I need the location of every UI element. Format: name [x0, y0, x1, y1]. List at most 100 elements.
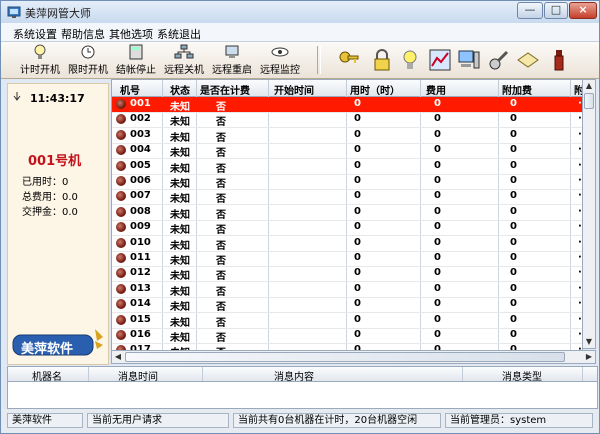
table-cell: 否	[216, 132, 226, 144]
table-row[interactable]: 005 未知否 0 0 0 ·	[112, 159, 582, 175]
status-machine-summary: 当前共有0台机器在计时，20台机器空闲	[233, 413, 441, 428]
table-cell: 0	[434, 221, 441, 233]
table-cell: 0	[354, 221, 361, 233]
checkout-stop-button[interactable]: 结帐停止	[113, 43, 159, 77]
table-row[interactable]: 010 未知否 0 0 0 ·	[112, 236, 582, 252]
table-cell: 0	[434, 236, 441, 248]
horizontal-scrollbar[interactable]: ◀ ▶	[111, 350, 596, 364]
column-surcharge[interactable]: 附加费	[502, 82, 532, 97]
scroll-down-arrow[interactable]: ▼	[583, 336, 595, 348]
column-status[interactable]: 状态	[170, 82, 190, 97]
remote-restart-label: 远程重启	[212, 65, 252, 76]
computer-icon[interactable]	[457, 48, 481, 72]
close-button[interactable]: ×	[569, 2, 597, 19]
table-cell: 0	[354, 329, 361, 340]
pc-status-icon	[116, 299, 126, 310]
table-cell: 0	[510, 128, 517, 140]
table-row[interactable]: 003 未知否 0 0 0 ·	[112, 128, 582, 144]
book-icon[interactable]	[516, 48, 540, 72]
table-row[interactable]: 016 未知否 0 0 0 ·	[112, 328, 582, 344]
vertical-scrollbar[interactable]: ▲ ▼	[582, 79, 596, 349]
table-cell: 否	[216, 333, 226, 344]
msg-col-content[interactable]: 消息内容	[274, 368, 314, 383]
table-row[interactable]: 011 未知否 0 0 0 ·	[112, 251, 582, 267]
table-cell: 否	[216, 209, 226, 221]
lock-icon[interactable]	[370, 48, 394, 72]
table-cell: 0	[434, 98, 441, 109]
table-cell: 0	[354, 267, 361, 279]
table-row[interactable]: 013 未知否 0 0 0 ·	[112, 282, 582, 298]
message-header: 机器名 消息时间 消息内容 消息类型	[8, 367, 597, 383]
table-row[interactable]: 001 未知否 0 0 0 ·	[112, 97, 582, 113]
menu-system-settings[interactable]: 系统设置	[13, 26, 57, 42]
table-cell: 0	[434, 252, 441, 263]
table-cell: 006	[130, 175, 151, 186]
remote-restart-button[interactable]: 远程重启	[209, 43, 255, 77]
bottle-icon[interactable]	[547, 48, 571, 72]
msg-col-time[interactable]: 消息时间	[118, 368, 158, 383]
table-cell: 0	[510, 144, 517, 156]
table-row[interactable]: 006 未知否 0 0 0 ·	[112, 174, 582, 190]
table-cell: 0	[510, 175, 517, 186]
wrench-icon[interactable]	[487, 48, 511, 72]
scroll-right-arrow[interactable]: ▶	[583, 351, 595, 363]
table-cell: 0	[354, 128, 361, 140]
msg-col-machine[interactable]: 机器名	[32, 368, 62, 383]
table-row[interactable]: 014 未知否 0 0 0 ·	[112, 297, 582, 314]
scroll-left-arrow[interactable]: ◀	[112, 351, 124, 363]
table-cell: 否	[216, 225, 226, 237]
app-window: 美萍网管大师 — □ × 系统设置 帮助信息 其他选项 系统退出 计时开机 限时…	[0, 0, 600, 434]
table-cell: 未知	[170, 209, 190, 221]
scroll-up-arrow[interactable]: ▲	[583, 80, 595, 92]
minimize-button[interactable]: —	[517, 2, 543, 19]
table-row[interactable]: 015 未知否 0 0 0 ·	[112, 313, 582, 329]
table-cell: 0	[354, 298, 361, 310]
remote-shutdown-label: 远程关机	[164, 65, 204, 76]
table-cell: 否	[216, 179, 226, 190]
table-cell: 未知	[170, 240, 190, 252]
maximize-button[interactable]: □	[544, 2, 568, 19]
table-row[interactable]: 004 未知否 0 0 0 ·	[112, 143, 582, 160]
timed-start-button[interactable]: 计时开机	[17, 43, 63, 77]
title-bar: 美萍网管大师 — □ ×	[1, 1, 599, 23]
table-cell: 009	[130, 221, 151, 233]
table-cell: 0	[354, 175, 361, 186]
menu-exit[interactable]: 系统退出	[157, 26, 201, 42]
key-icon[interactable]	[337, 48, 361, 72]
column-fee[interactable]: 费用	[426, 82, 446, 97]
table-cell: 0	[510, 98, 517, 109]
table-row[interactable]: 002 未知否 0 0 0 ·	[112, 112, 582, 129]
remote-shutdown-button[interactable]: 远程关机	[161, 43, 207, 77]
menu-help[interactable]: 帮助信息	[61, 26, 105, 42]
table-header: 机号 状态 是否在计费 开始时间 用时（时） 费用 附加费 附	[112, 80, 582, 97]
selected-machine-name: 001号机	[28, 154, 82, 169]
table-row[interactable]: 007 未知否 0 0 0 ·	[112, 189, 582, 206]
msg-col-type[interactable]: 消息类型	[502, 368, 542, 383]
table-cell: 003	[130, 128, 151, 140]
remote-monitor-button[interactable]: 远程监控	[257, 43, 303, 77]
pc-status-icon	[116, 330, 126, 340]
table-row[interactable]: 009 未知否 0 0 0 ·	[112, 220, 582, 237]
horizontal-scroll-thumb[interactable]	[125, 352, 565, 362]
column-billing[interactable]: 是否在计费	[200, 82, 250, 97]
table-cell: 否	[216, 286, 226, 298]
table-cell: 否	[216, 317, 226, 329]
column-machine-no[interactable]: 机号	[120, 82, 140, 97]
pc-status-icon	[116, 160, 126, 171]
vertical-scroll-thumb[interactable]	[584, 93, 594, 109]
bulb-icon[interactable]	[398, 48, 422, 72]
table-cell: 未知	[170, 132, 190, 144]
status-brand: 美萍软件	[7, 413, 83, 428]
menu-other-options[interactable]: 其他选项	[109, 26, 153, 42]
table-cell: 0	[354, 252, 361, 263]
download-arrow-icon	[13, 92, 21, 101]
table-cell: 未知	[170, 302, 190, 314]
column-hours[interactable]: 用时（时）	[350, 82, 400, 97]
table-row[interactable]: 008 未知否 0 0 0 ·	[112, 205, 582, 221]
table-row[interactable]: 012 未知否 0 0 0 ·	[112, 266, 582, 283]
limited-start-button[interactable]: 限时开机	[65, 43, 111, 77]
column-start-time[interactable]: 开始时间	[274, 82, 314, 97]
chart-icon[interactable]	[428, 48, 452, 72]
table-cell: 0	[434, 329, 441, 340]
table-cell: 0	[510, 236, 517, 248]
